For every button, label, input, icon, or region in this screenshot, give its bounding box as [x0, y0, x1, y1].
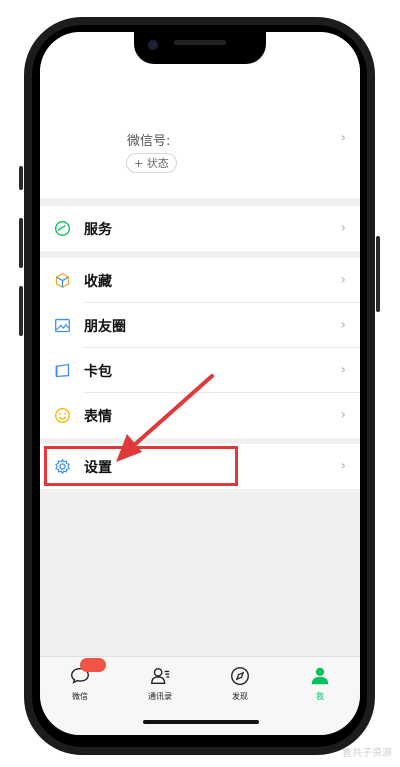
watermark: 鲁共子资源 — [342, 748, 392, 759]
notch — [134, 32, 266, 64]
annotation-arrow — [116, 374, 214, 462]
earpiece-speaker — [174, 40, 226, 45]
front-camera — [148, 40, 158, 50]
